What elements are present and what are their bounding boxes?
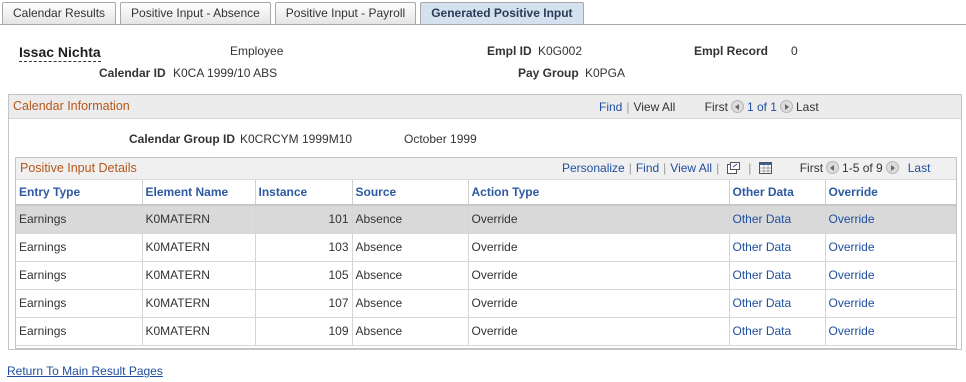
table-row[interactable]: Earnings K0MATERN 105 Absence Override O… <box>16 261 956 290</box>
calendar-id-value: K0CA 1999/10 ABS <box>173 66 278 80</box>
instance-cell: 103 <box>255 233 353 262</box>
grid-first-label[interactable]: First <box>800 161 823 175</box>
table-row[interactable]: Earnings K0MATERN 101 Absence Override O… <box>16 205 956 234</box>
grid-previous-icon[interactable] <box>826 161 840 174</box>
source-cell: Absence <box>352 205 469 234</box>
grid-nav: Personalize | Find | View All | | First 1-5 of … <box>562 161 931 175</box>
next-icon[interactable] <box>779 100 793 113</box>
action-type-cell: Override <box>468 205 730 234</box>
other-data-link[interactable]: Other Data <box>733 240 792 254</box>
calendar-find-link[interactable]: Find <box>599 100 622 114</box>
table-row[interactable]: Earnings K0MATERN 103 Absence Override O… <box>16 233 956 262</box>
other-data-link[interactable]: Other Data <box>733 212 792 226</box>
tab-calendar-results[interactable]: Calendar Results <box>2 2 117 24</box>
override-link[interactable]: Override <box>829 324 875 338</box>
column-header-element-name[interactable]: Element Name <box>142 180 256 206</box>
override-link[interactable]: Override <box>829 296 875 310</box>
source-cell: Absence <box>352 317 469 346</box>
calendar-group-id-value: K0CRCYM 1999M10 <box>240 132 353 146</box>
empl-record-value: 0 <box>791 44 798 58</box>
override-link[interactable]: Override <box>829 240 875 254</box>
instance-cell: 109 <box>255 317 353 346</box>
action-type-cell: Override <box>468 233 730 262</box>
pay-group-label: Pay Group <box>518 66 579 80</box>
tab-bar: Calendar Results Positive Input - Absenc… <box>2 2 588 24</box>
return-to-main-result-pages-link[interactable]: Return To Main Result Pages <box>7 364 163 378</box>
calendar-information-title: Calendar Information <box>13 99 130 113</box>
grid-find-link[interactable]: Find <box>636 161 659 175</box>
calendar-first-label[interactable]: First <box>705 100 728 114</box>
other-data-link[interactable]: Other Data <box>733 324 792 338</box>
employee-name: Issac Nichta <box>19 44 101 62</box>
previous-icon[interactable] <box>730 100 744 113</box>
tab-generated-positive-input[interactable]: Generated Positive Input <box>420 2 584 24</box>
tab-positive-input-payroll[interactable]: Positive Input - Payroll <box>274 2 417 24</box>
grid-pager: 1-5 of 9 <box>842 161 883 175</box>
calendar-pager: 1 of 1 <box>746 100 777 114</box>
column-header-instance[interactable]: Instance <box>255 180 353 206</box>
table-row[interactable]: Earnings K0MATERN 109 Absence Override O… <box>16 317 956 346</box>
source-cell: Absence <box>352 233 469 262</box>
positive-input-table: Entry Type Element Name Instance Source … <box>16 180 956 346</box>
entry-type-cell: Earnings <box>16 233 143 262</box>
table-row[interactable]: Earnings K0MATERN 107 Absence Override O… <box>16 289 956 318</box>
column-header-action-type[interactable]: Action Type <box>468 180 730 206</box>
calendar-information-group: Calendar Information Find | View All First… <box>8 94 962 350</box>
entry-type-cell: Earnings <box>16 289 143 318</box>
calendar-group-id-label: Calendar Group ID <box>129 132 236 146</box>
instance-cell: 105 <box>255 261 353 290</box>
grid-last-link[interactable]: Last <box>908 161 931 175</box>
column-header-other-data[interactable]: Other Data <box>729 180 826 206</box>
action-type-cell: Override <box>468 317 730 346</box>
instance-cell: 107 <box>255 289 353 318</box>
override-link[interactable]: Override <box>829 212 875 226</box>
other-data-link[interactable]: Other Data <box>733 268 792 282</box>
calendar-information-header: Calendar Information Find | View All First… <box>9 95 961 119</box>
source-cell: Absence <box>352 289 469 318</box>
tab-positive-input-absence[interactable]: Positive Input - Absence <box>120 2 271 24</box>
other-data-link[interactable]: Other Data <box>733 296 792 310</box>
calendar-view-all-link[interactable]: View All <box>633 100 675 114</box>
element-name-cell: K0MATERN <box>142 233 256 262</box>
positive-input-details-grid: Positive Input Details Personalize | Find |… <box>15 157 957 349</box>
override-link[interactable]: Override <box>829 268 875 282</box>
entry-type-cell: Earnings <box>16 205 143 234</box>
positive-input-header: Positive Input Details Personalize | Find |… <box>16 158 956 180</box>
positive-input-title: Positive Input Details <box>20 161 137 175</box>
element-name-cell: K0MATERN <box>142 261 256 290</box>
empl-id-value: K0G002 <box>538 44 583 58</box>
element-name-cell: K0MATERN <box>142 289 256 318</box>
source-cell: Absence <box>352 261 469 290</box>
calendar-id-label: Calendar ID <box>99 66 166 80</box>
download-excel-icon[interactable] <box>759 162 773 174</box>
new-window-icon[interactable] <box>727 162 741 174</box>
empl-id-label: Empl ID <box>487 44 532 58</box>
element-name-cell: K0MATERN <box>142 317 256 346</box>
table-header-row: Entry Type Element Name Instance Source … <box>16 180 956 206</box>
entry-type-cell: Earnings <box>16 317 143 346</box>
action-type-cell: Override <box>468 289 730 318</box>
calendar-info-nav: Find | View All First 1 of 1 Last <box>599 100 819 114</box>
personalize-link[interactable]: Personalize <box>562 161 625 175</box>
empl-record-label: Empl Record <box>694 44 769 58</box>
employee-label: Employee <box>230 44 284 58</box>
instance-cell: 101 <box>255 205 353 234</box>
entry-type-cell: Earnings <box>16 261 143 290</box>
column-header-entry-type[interactable]: Entry Type <box>16 180 143 206</box>
pay-group-value: K0PGA <box>585 66 626 80</box>
calendar-period: October 1999 <box>404 132 477 146</box>
grid-view-all-link[interactable]: View All <box>670 161 712 175</box>
column-header-source[interactable]: Source <box>352 180 469 206</box>
column-header-override[interactable]: Override <box>825 180 956 206</box>
action-type-cell: Override <box>468 261 730 290</box>
grid-next-icon[interactable] <box>885 161 899 174</box>
tab-divider <box>0 24 966 25</box>
calendar-last-label[interactable]: Last <box>796 100 819 114</box>
element-name-cell: K0MATERN <box>142 205 256 234</box>
